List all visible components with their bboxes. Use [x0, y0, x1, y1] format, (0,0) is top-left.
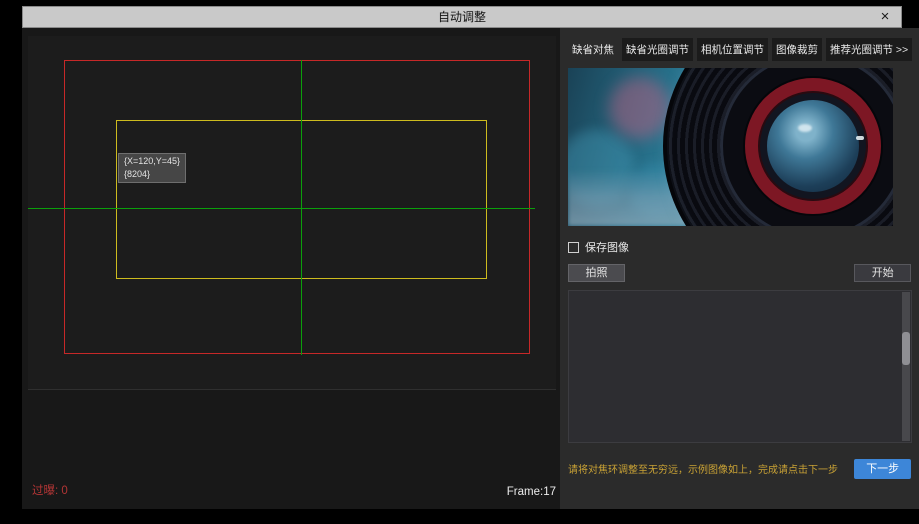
tab-camera-position[interactable]: 相机位置调节	[697, 38, 768, 61]
title-bar[interactable]: 自动调整 ×	[22, 6, 902, 28]
wizard-footer: 请将对焦环调整至无穷远，示例图像如上，完成请点击下一步 下一步	[568, 458, 911, 479]
next-step-button[interactable]: 下一步	[854, 459, 911, 479]
close-icon[interactable]: ×	[873, 7, 897, 27]
capture-button[interactable]: 拍照	[568, 264, 625, 282]
start-button[interactable]: 开始	[854, 264, 911, 282]
action-button-row: 拍照 开始	[568, 264, 912, 282]
pixel-tooltip: {X=120,Y=45} {8204}	[118, 153, 186, 183]
vertical-scrollbar[interactable]	[902, 292, 910, 441]
save-image-row: 保存图像	[568, 239, 912, 255]
camera-lens-barrel	[663, 68, 893, 226]
dialog-body: {X=120,Y=45} {8204} 过曝: 0 Frame:17 缺省对焦 …	[22, 28, 902, 509]
auto-adjust-dialog: 自动调整 × {X=120,Y=45} {8204} 过曝: 0 Frame:1…	[22, 6, 902, 509]
lens-edge-highlight	[856, 136, 864, 140]
crosshair-horizontal-line	[28, 208, 535, 209]
save-image-checkbox[interactable]	[568, 242, 579, 253]
scrollbar-thumb[interactable]	[902, 332, 910, 365]
tab-default-focus[interactable]: 缺省对焦	[568, 38, 618, 61]
preview-canvas[interactable]: {X=120,Y=45} {8204}	[28, 36, 556, 390]
pixel-tooltip-coords: {X=120,Y=45}	[124, 155, 180, 168]
instruction-text: 请将对焦环调整至无穷远，示例图像如上，完成请点击下一步	[568, 461, 838, 476]
log-listbox[interactable]	[568, 290, 912, 443]
tab-image-crop[interactable]: 图像裁剪	[772, 38, 822, 61]
tab-bar: 缺省对焦 缺省光圈调节 相机位置调节 图像裁剪 推荐光圈调节 >>	[568, 38, 912, 61]
sample-lens-image	[568, 68, 893, 226]
camera-lens-glass	[767, 100, 859, 192]
frame-counter: Frame:17	[507, 486, 556, 498]
lens-highlight	[798, 124, 812, 132]
overexposure-status: 过曝: 0	[32, 482, 68, 498]
tab-default-aperture[interactable]: 缺省光圈调节	[622, 38, 693, 61]
pixel-tooltip-value: {8204}	[124, 168, 180, 181]
control-panel: 缺省对焦 缺省光圈调节 相机位置调节 图像裁剪 推荐光圈调节 >>	[560, 28, 919, 509]
save-image-label: 保存图像	[585, 239, 629, 255]
window-title: 自动调整	[23, 7, 901, 27]
tab-recommended-aperture[interactable]: 推荐光圈调节 >>	[826, 38, 912, 61]
camera-viewport[interactable]: {X=120,Y=45} {8204} 过曝: 0 Frame:17	[22, 28, 560, 509]
